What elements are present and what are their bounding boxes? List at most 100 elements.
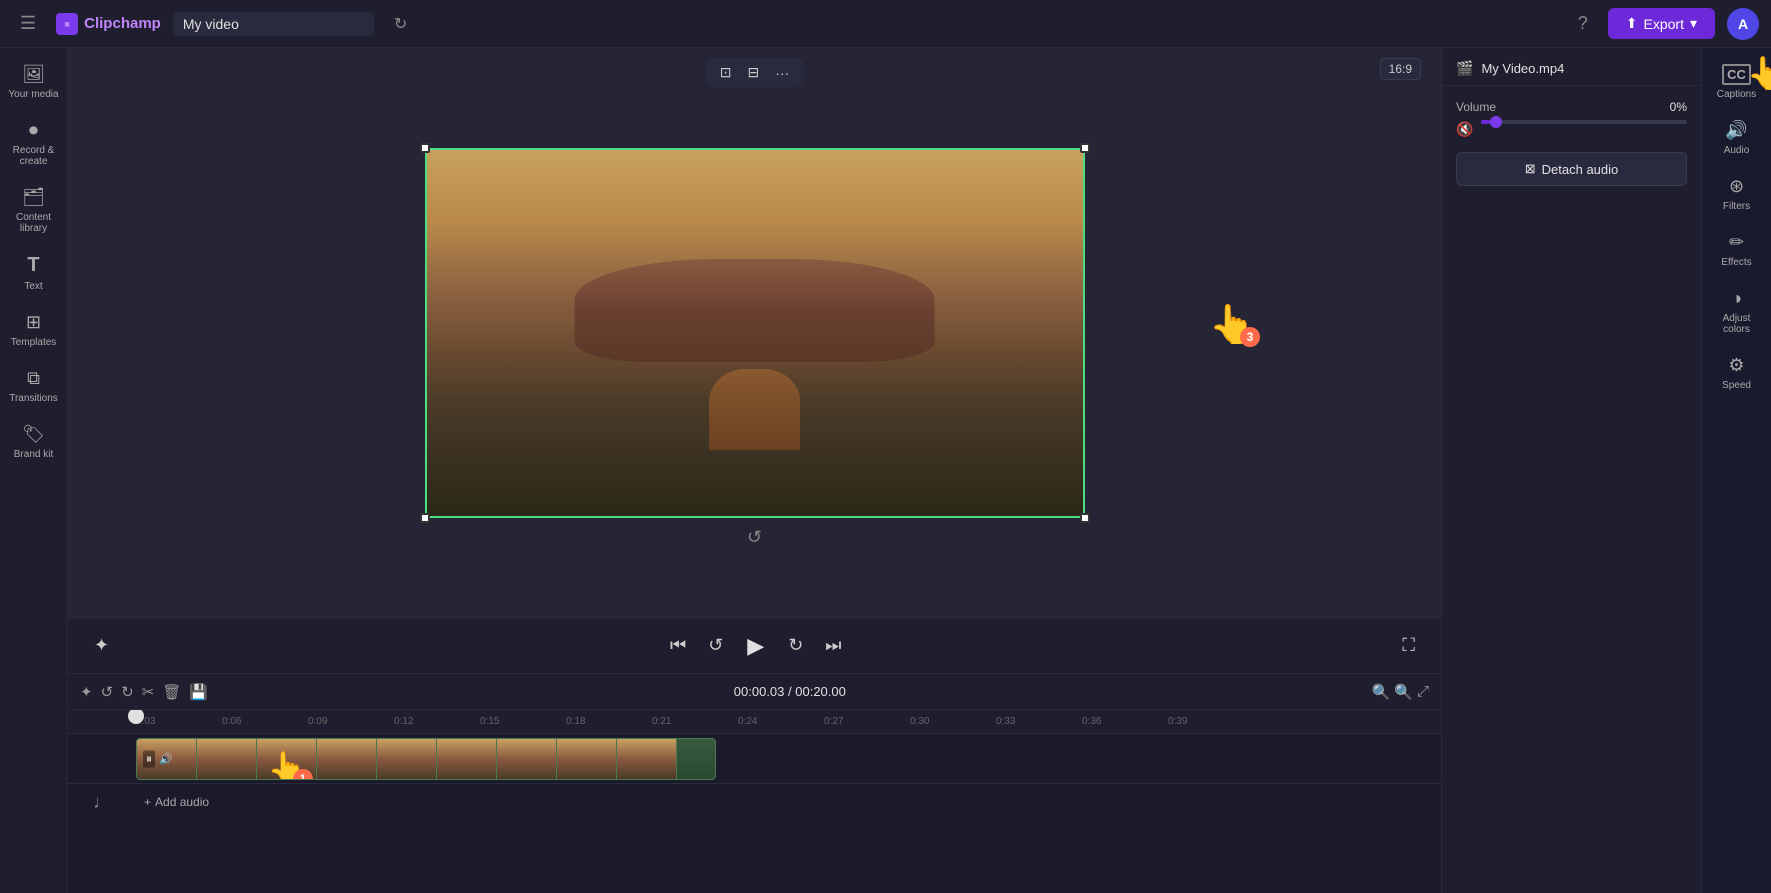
app-logo: ■ Clipchamp [56,13,161,35]
zoom-out-button[interactable]: 🔍 [1372,683,1391,701]
ruler-track: 0:03 0:06 0:09 0:12 0:15 0:18 0:21 0:24 … [68,716,1441,727]
clip-audio-icon: 🔊 [159,753,173,766]
sidebar-item-brand-kit[interactable]: 🏷 Brand kit [2,416,66,468]
playback-right: ⛶ [1396,631,1421,660]
right-sidebar-item-filters[interactable]: ⊛ Filters [1705,168,1769,220]
rotation-handle[interactable]: ↺ [747,527,762,548]
menu-icon[interactable]: ☰ [12,9,44,38]
video-bush [709,369,801,450]
zoom-in-button[interactable]: 🔍 [1394,683,1413,701]
sidebar-item-label: Text [24,281,42,292]
playback-bar: ✦ ⏮ ↺ ▶ ↻ ⏭ ⛶ [68,617,1441,673]
resize-handle-bottom-left[interactable] [420,513,430,523]
sidebar-item-label: Templates [11,337,57,348]
autosave-icon[interactable]: ↻ [386,10,415,38]
sidebar-item-label: Captions [1717,89,1756,100]
ruler-mark-1: 0:06 [222,716,308,727]
help-icon[interactable]: ? [1570,9,1596,38]
video-background [427,150,1083,516]
brand-kit-icon: 🏷 [22,424,45,445]
video-canvas: ↺ [425,148,1085,518]
captions-icon: CC [1722,64,1751,85]
clip-thumb-8 [557,739,617,779]
sidebar-item-label: Transitions [9,393,58,404]
ruler-mark-10: 0:33 [996,716,1082,727]
delete-button[interactable]: 🗑 [162,683,181,701]
ruler-mark-5: 0:18 [566,716,652,727]
detach-icon: ⊠ [1525,161,1536,177]
sidebar-item-transitions[interactable]: ⧉ Transitions [2,360,66,412]
forward-button[interactable]: ↻ [782,631,809,660]
clip-thumb-9 [617,739,677,779]
expand-button[interactable]: ⤢ [1417,683,1429,700]
detach-audio-button[interactable]: ⊠ Detach audio [1456,152,1687,186]
sidebar-item-label: Audio [1724,145,1750,156]
right-sidebar-item-speed[interactable]: ⚙ Speed [1705,347,1769,399]
ruler-mark-6: 0:21 [652,716,738,727]
save-frame-button[interactable]: 💾 [189,683,208,701]
right-sidebar-item-effects[interactable]: ✏ Effects [1705,224,1769,276]
right-sidebar-item-captions[interactable]: CC Captions [1705,56,1769,108]
sidebar-item-your-media[interactable]: 🖼 Your media [2,56,66,108]
transitions-icon: ⧉ [27,368,40,389]
timeline-ruler[interactable]: 0:03 0:06 0:09 0:12 0:15 0:18 0:21 0:24 … [68,710,1441,734]
skip-start-button[interactable]: ⏮ [664,631,692,660]
right-sidebar-item-adjust-colors[interactable]: ◑ Adjust colors [1705,280,1769,343]
export-button[interactable]: ⬆ Export ▾ [1608,8,1715,39]
rewind-button[interactable]: ↺ [702,631,729,660]
plus-icon: + [144,795,151,809]
resize-handle-top-left[interactable] [420,143,430,153]
ruler-mark-11: 0:36 [1082,716,1168,727]
ruler-mark-7: 0:24 [738,716,824,727]
skip-end-button[interactable]: ⏭ [819,631,847,660]
video-clip[interactable]: ⏸ 🔊 👆 1 [136,738,716,780]
volume-value: 0% [1670,100,1687,114]
add-clip-button[interactable]: ✦ [80,683,93,701]
topbar: ☰ ■ Clipchamp ↻ ? ⬆ Export ▾ A [0,0,1771,48]
volume-slider[interactable] [1481,120,1687,124]
resize-handle-bottom-right[interactable] [1080,513,1090,523]
mute-icon[interactable]: 🔇 [1456,121,1473,138]
avatar[interactable]: A [1727,8,1759,40]
sidebar-item-label: Content library [6,212,62,234]
redo-button[interactable]: ↻ [121,683,134,701]
sidebar-item-text[interactable]: T Text [2,246,66,300]
sidebar-item-label: Effects [1721,257,1751,268]
sidebar-item-content-library[interactable]: 🗂 Content library [2,179,66,242]
cut-button[interactable]: ✂ [142,683,155,701]
text-icon: T [27,254,39,277]
export-icon: ⬆ [1626,15,1638,32]
right-properties-panel: 🎬 My Video.mp4 Volume 0% 🔇 ⊠ Detach audi… [1441,48,1701,893]
clip-thumb-5 [377,739,437,779]
sidebar-item-label: Brand kit [14,449,53,460]
resize-handle-top-right[interactable] [1080,143,1090,153]
slider-thumb[interactable] [1490,116,1502,128]
sidebar-item-label: Filters [1723,201,1750,212]
timeline-area: ✦ ↺ ↻ ✂ 🗑 💾 00:00.03 / 00:20.00 🔍 🔍 ⤢ [68,673,1441,893]
video-title-input[interactable] [173,12,374,36]
content-library-icon: 🗂 [22,187,45,208]
file-name: My Video.mp4 [1481,61,1564,76]
clip-thumb-2 [197,739,257,779]
sidebar-item-record-create[interactable]: ⏺ Record & create [2,112,66,175]
file-icon: 🎬 [1456,60,1473,77]
ruler-mark-12: 0:39 [1168,716,1254,727]
video-frame [425,148,1085,518]
video-track-content: My video.mp4 [136,734,1441,783]
fullscreen-button[interactable]: ⛶ [1396,631,1421,660]
play-button[interactable]: ▶ [739,629,772,663]
adjust-colors-icon: ◑ [1731,288,1742,309]
undo-button[interactable]: ↺ [101,683,114,701]
magic-cut-button[interactable]: ✦ [88,631,115,660]
sidebar-item-templates[interactable]: ⊞ Templates [2,304,66,356]
clip-thumb-3 [257,739,317,779]
sidebar-item-label: Adjust colors [1709,313,1765,335]
timeline-time: 00:00.03 / 00:20.00 [734,684,846,699]
right-sidebar-item-audio[interactable]: 🔊 Audio [1705,112,1769,164]
left-sidebar: 🖼 Your media ⏺ Record & create 🗂 Content… [0,48,68,893]
audio-icon: 🔊 [1725,120,1747,141]
effects-icon: ✏ [1729,232,1744,253]
add-audio-button[interactable]: + Add audio [136,791,217,813]
clip-thumb-7 [497,739,557,779]
right-panel-content: Volume 0% 🔇 ⊠ Detach audio [1442,86,1701,893]
